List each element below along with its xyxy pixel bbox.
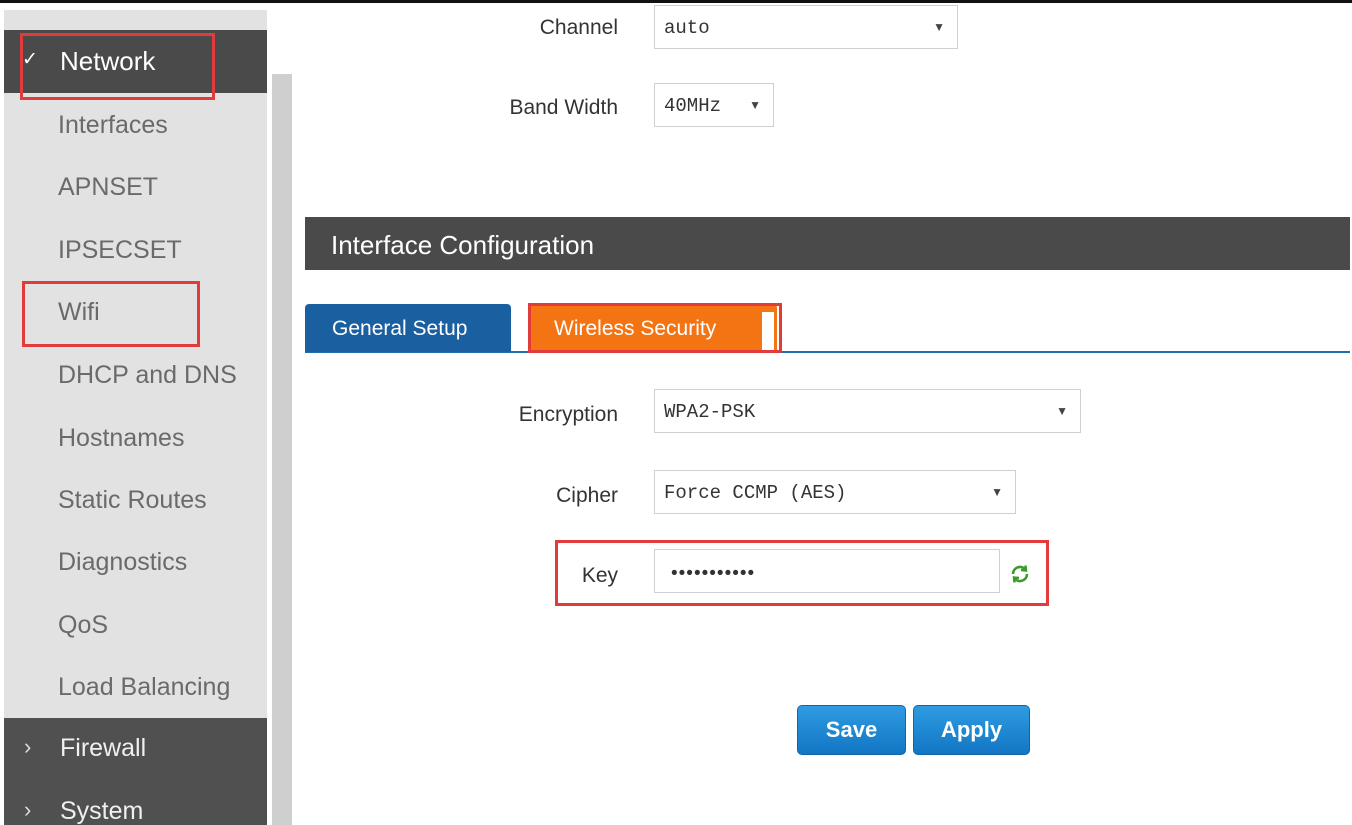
section-title: Interface Configuration: [331, 230, 595, 260]
save-button[interactable]: Save: [797, 705, 906, 755]
channel-select[interactable]: auto ▼: [654, 5, 958, 49]
sidebar-item-dhcp-dns[interactable]: DHCP and DNS: [58, 361, 263, 390]
cipher-select[interactable]: Force CCMP (AES) ▼: [654, 470, 1016, 514]
channel-label: Channel: [539, 16, 618, 39]
sidebar-scrollbar[interactable]: [272, 74, 292, 825]
sidebar-item-load-balancing[interactable]: Load Balancing: [58, 673, 263, 702]
sidebar-item-static-routes[interactable]: Static Routes: [58, 486, 263, 515]
sidebar-item-interfaces[interactable]: Interfaces: [58, 111, 263, 140]
sidebar-item-apnset[interactable]: APNSET: [58, 173, 263, 202]
section-header: Interface Configuration: [305, 217, 1350, 270]
chevron-right-icon: ›: [24, 797, 32, 822]
sidebar-item-qos[interactable]: QoS: [58, 611, 263, 640]
key-highlight-box: [555, 540, 1049, 606]
apply-button[interactable]: Apply: [913, 705, 1030, 755]
tab-general-setup[interactable]: General Setup: [305, 304, 511, 352]
encryption-label: Encryption: [518, 403, 618, 426]
bandwidth-value: 40MHz: [664, 95, 722, 117]
nav-group-system[interactable]: › System: [4, 781, 267, 825]
wireless-security-highlight-box: [528, 303, 782, 353]
sidebar-item-ipsecset[interactable]: IPSECSET: [58, 236, 263, 265]
sidebar-item-diagnostics[interactable]: Diagnostics: [58, 548, 263, 577]
sidebar-item-hostnames[interactable]: Hostnames: [58, 424, 263, 453]
channel-value: auto: [664, 17, 710, 39]
cipher-value: Force CCMP (AES): [664, 482, 847, 504]
bandwidth-label: Band Width: [509, 96, 618, 119]
bandwidth-select[interactable]: 40MHz ▼: [654, 83, 774, 127]
nav-group-firewall-label: Firewall: [60, 734, 147, 762]
dropdown-arrow-icon: ▼: [1056, 404, 1068, 418]
encryption-select[interactable]: WPA2-PSK ▼: [654, 389, 1081, 433]
wifi-highlight-box: [22, 281, 200, 347]
encryption-value: WPA2-PSK: [664, 401, 756, 423]
nav-group-firewall[interactable]: › Firewall: [4, 718, 267, 781]
tab-general-setup-label: General Setup: [332, 317, 468, 340]
network-highlight-box: [20, 33, 215, 100]
dropdown-arrow-icon: ▼: [991, 485, 1003, 499]
cipher-label: Cipher: [556, 484, 618, 507]
dropdown-arrow-icon: ▼: [749, 98, 761, 112]
dropdown-arrow-icon: ▼: [933, 20, 945, 34]
top-rule: [0, 0, 1352, 3]
nav-group-system-label: System: [60, 797, 144, 825]
chevron-right-icon: ›: [24, 734, 32, 759]
